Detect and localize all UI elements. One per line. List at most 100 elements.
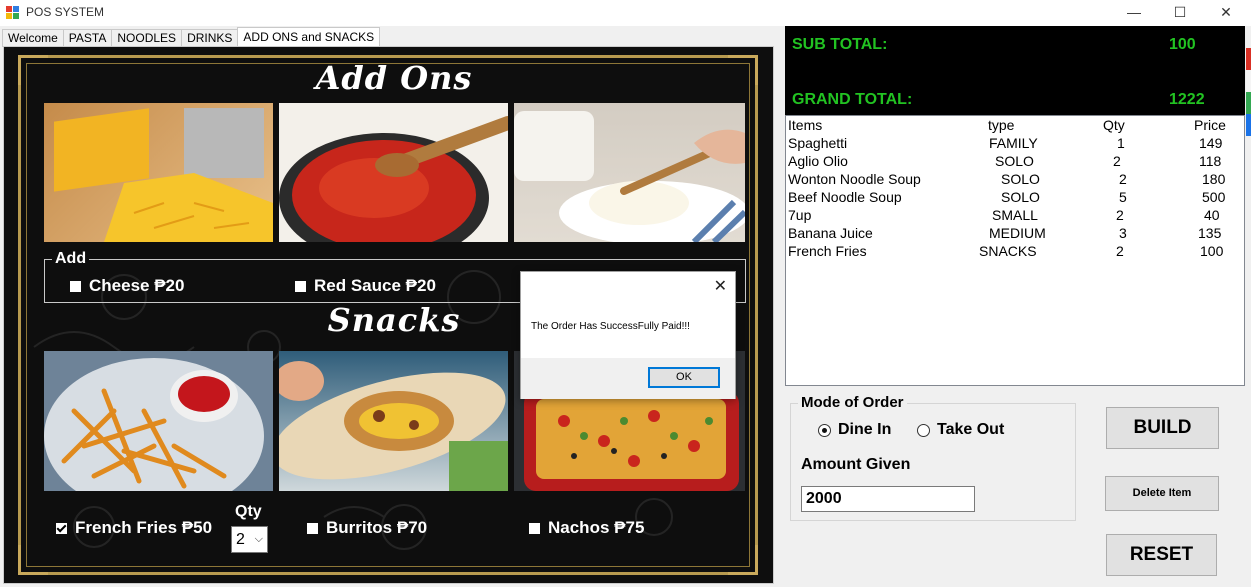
totals-panel: SUB TOTAL: 100 GRAND TOTAL: 1222 bbox=[785, 26, 1245, 117]
build-button[interactable]: BUILD bbox=[1106, 407, 1219, 449]
column-header-type[interactable]: type bbox=[988, 117, 1014, 133]
chevron-down-icon[interactable]: ⌵ bbox=[255, 527, 263, 552]
tab-strip: Welcome PASTA NOODLES DRINKS ADD ONS and… bbox=[2, 27, 381, 47]
delete-item-button[interactable]: Delete Item bbox=[1105, 476, 1219, 511]
item-name: Beef Noodle Soup bbox=[788, 189, 902, 205]
red-sauce-price: ₱20 bbox=[405, 276, 436, 295]
grand-total-label: GRAND TOTAL: bbox=[792, 91, 913, 108]
message-dialog: ✕ The Order Has SuccessFully Paid!!! OK bbox=[520, 271, 736, 399]
nachos-label: Nachos bbox=[548, 518, 610, 537]
item-type: FAMILY bbox=[989, 135, 1038, 151]
list-header: Items type Qty Price bbox=[786, 117, 1244, 135]
dialog-footer: OK bbox=[521, 358, 735, 399]
item-type: SOLO bbox=[1001, 171, 1040, 187]
list-item[interactable]: Banana Juice MEDIUM 3 135 bbox=[786, 225, 1244, 243]
qty-label: Qty bbox=[235, 503, 262, 520]
tab-welcome[interactable]: Welcome bbox=[2, 29, 64, 47]
addons-heading: Add Ons bbox=[315, 59, 473, 97]
burritos-label: Burritos bbox=[326, 518, 393, 537]
french-fries-label: French Fries bbox=[75, 518, 178, 537]
item-qty: 2 bbox=[1113, 153, 1121, 169]
order-list[interactable]: Items type Qty Price Spaghetti FAMILY 1 … bbox=[785, 115, 1245, 386]
item-type: SNACKS bbox=[979, 243, 1037, 259]
item-name: Wonton Noodle Soup bbox=[788, 171, 921, 187]
frame-corner bbox=[728, 545, 758, 575]
maximize-icon[interactable]: ☐ bbox=[1157, 0, 1203, 26]
item-qty: 5 bbox=[1119, 189, 1127, 205]
nachos-checkbox[interactable]: Nachos ₱75 bbox=[529, 518, 644, 538]
tab-pasta[interactable]: PASTA bbox=[62, 29, 113, 47]
item-qty: 3 bbox=[1119, 225, 1127, 241]
burritos-checkbox[interactable]: Burritos ₱70 bbox=[307, 518, 427, 538]
item-qty: 2 bbox=[1119, 171, 1127, 187]
dialog-ok-button[interactable]: OK bbox=[648, 367, 720, 388]
checkbox-box[interactable] bbox=[307, 522, 318, 534]
list-item[interactable]: Spaghetti FAMILY 1 149 bbox=[786, 135, 1244, 153]
item-qty: 2 bbox=[1116, 207, 1124, 223]
dine-in-radio[interactable]: Dine In bbox=[818, 421, 891, 439]
dine-in-label: Dine In bbox=[838, 421, 892, 438]
list-item[interactable]: Beef Noodle Soup SOLO 5 500 bbox=[786, 189, 1244, 207]
checkbox-box[interactable] bbox=[295, 280, 306, 292]
french-fries-checkbox[interactable]: French Fries ₱50 bbox=[56, 518, 212, 538]
cheese-image bbox=[44, 103, 273, 242]
grand-total-value: 1222 bbox=[1169, 91, 1205, 108]
sub-total-label: SUB TOTAL: bbox=[792, 36, 888, 53]
item-name: Aglio Olio bbox=[788, 153, 848, 169]
checkbox-box[interactable] bbox=[70, 280, 81, 292]
edge-strip bbox=[1246, 48, 1251, 138]
item-qty: 1 bbox=[1117, 135, 1125, 151]
french-fries-image bbox=[44, 351, 273, 491]
tab-noodles[interactable]: NOODLES bbox=[111, 29, 183, 47]
cheese-price: ₱20 bbox=[154, 276, 185, 295]
cheese-label: Cheese bbox=[89, 276, 150, 295]
checkbox-box[interactable] bbox=[56, 522, 67, 534]
checkbox-box[interactable] bbox=[529, 522, 540, 534]
column-header-qty[interactable]: Qty bbox=[1103, 117, 1125, 133]
radio-dot[interactable] bbox=[818, 423, 831, 437]
item-type: SMALL bbox=[992, 207, 1038, 223]
burritos-price: ₱70 bbox=[396, 518, 428, 537]
minimize-icon[interactable]: — bbox=[1111, 0, 1157, 26]
item-type: SOLO bbox=[995, 153, 1034, 169]
window-title: POS SYSTEM bbox=[26, 5, 105, 19]
dialog-close-icon[interactable]: ✕ bbox=[714, 276, 727, 296]
list-item[interactable]: Wonton Noodle Soup SOLO 2 180 bbox=[786, 171, 1244, 189]
item-price: 100 bbox=[1200, 243, 1224, 259]
item-name: 7up bbox=[788, 207, 812, 223]
item-price: 500 bbox=[1202, 189, 1226, 205]
tab-drinks[interactable]: DRINKS bbox=[181, 29, 239, 47]
burritos-image bbox=[279, 351, 508, 491]
item-price: 180 bbox=[1202, 171, 1226, 187]
amount-given-label: Amount Given bbox=[801, 456, 911, 473]
sub-total-value: 100 bbox=[1169, 36, 1196, 53]
column-header-items[interactable]: Items bbox=[788, 117, 822, 133]
red-sauce-checkbox[interactable]: Red Sauce ₱20 bbox=[295, 276, 436, 296]
snacks-heading: Snacks bbox=[327, 301, 461, 339]
nachos-price: ₱75 bbox=[614, 518, 645, 537]
mode-of-order-label: Mode of Order bbox=[798, 394, 907, 411]
qty-select[interactable]: 2 ⌵ bbox=[231, 526, 268, 553]
tab-addons-snacks[interactable]: ADD ONS and SNACKS bbox=[237, 27, 381, 47]
item-name: French Fries bbox=[788, 243, 867, 259]
red-sauce-image bbox=[279, 103, 508, 242]
take-out-label: Take Out bbox=[937, 421, 1005, 438]
dialog-message: The Order Has SuccessFully Paid!!! bbox=[531, 321, 690, 332]
item-price: 40 bbox=[1204, 207, 1220, 223]
close-icon[interactable]: ✕ bbox=[1203, 0, 1249, 26]
item-name: Banana Juice bbox=[788, 225, 873, 241]
list-item[interactable]: Aglio Olio SOLO 2 118 bbox=[786, 153, 1244, 171]
list-item[interactable]: French Fries SNACKS 2 100 bbox=[786, 243, 1244, 261]
column-header-price[interactable]: Price bbox=[1194, 117, 1226, 133]
take-out-radio[interactable]: Take Out bbox=[917, 421, 1004, 439]
amount-given-input[interactable] bbox=[801, 486, 975, 512]
item-name: Spaghetti bbox=[788, 135, 848, 151]
frame-corner bbox=[728, 55, 758, 85]
item-price: 118 bbox=[1199, 153, 1222, 169]
reset-button[interactable]: RESET bbox=[1106, 534, 1217, 576]
list-item[interactable]: 7up SMALL 2 40 bbox=[786, 207, 1244, 225]
item-type: MEDIUM bbox=[989, 225, 1046, 241]
radio-dot[interactable] bbox=[917, 423, 930, 437]
french-fries-price: ₱50 bbox=[181, 518, 213, 537]
cheese-checkbox[interactable]: Cheese ₱20 bbox=[70, 276, 184, 296]
